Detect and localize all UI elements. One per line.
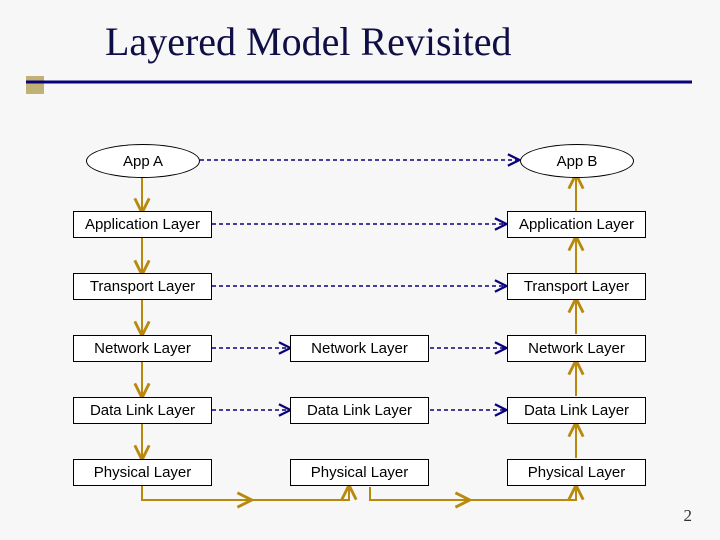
mid-network-layer: Network Layer	[290, 335, 429, 362]
left-network-layer: Network Layer	[73, 335, 212, 362]
slide-number: 2	[684, 506, 693, 526]
app-b-ellipse: App B	[520, 144, 634, 178]
right-transport-layer: Transport Layer	[507, 273, 646, 300]
left-physical-layer: Physical Layer	[73, 459, 212, 486]
right-datalink-layer: Data Link Layer	[507, 397, 646, 424]
right-network-layer: Network Layer	[507, 335, 646, 362]
slide-title: Layered Model Revisited	[105, 18, 512, 65]
right-application-layer: Application Layer	[507, 211, 646, 238]
right-physical-layer: Physical Layer	[507, 459, 646, 486]
left-transport-layer: Transport Layer	[73, 273, 212, 300]
mid-datalink-layer: Data Link Layer	[290, 397, 429, 424]
left-application-layer: Application Layer	[73, 211, 212, 238]
mid-physical-layer: Physical Layer	[290, 459, 429, 486]
left-datalink-layer: Data Link Layer	[73, 397, 212, 424]
app-a-ellipse: App A	[86, 144, 200, 178]
